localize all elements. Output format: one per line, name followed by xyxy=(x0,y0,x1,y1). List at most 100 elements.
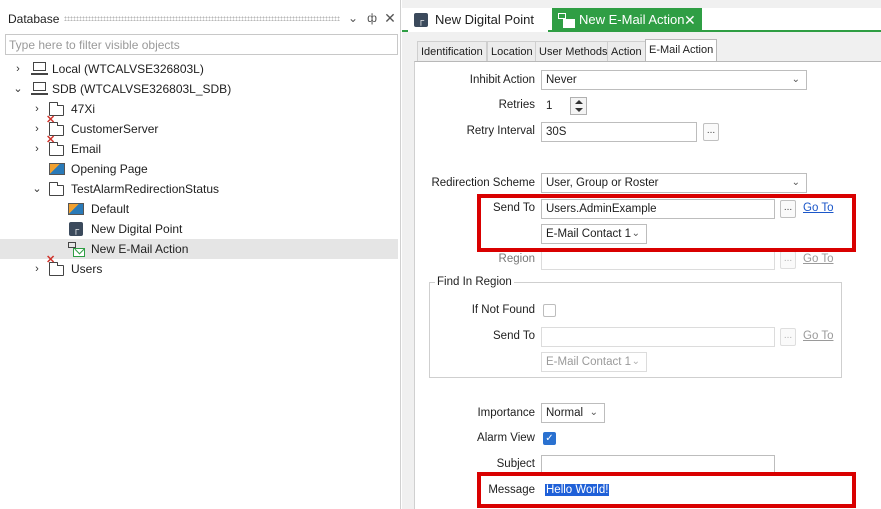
send-to-highlight xyxy=(477,194,856,252)
alarm-view-checkbox[interactable]: ✓ xyxy=(543,432,556,445)
tab-email-action[interactable]: E-Mail Action xyxy=(645,39,718,61)
folder-error-icon: ✕ xyxy=(46,255,66,277)
find-send-to-browse-button[interactable]: ... xyxy=(780,328,796,346)
tab-identification[interactable]: Identification xyxy=(417,41,487,61)
chevron-down-icon: ⌄ xyxy=(589,407,598,418)
mimic-icon xyxy=(67,201,85,217)
tree-item-sdb[interactable]: ⌄ SDB (WTCALVSE326803L_SDB) xyxy=(0,79,398,99)
editor-panel: ┌ New Digital Point New E-Mail Action ✕ … xyxy=(402,0,881,509)
chevron-right-icon[interactable]: › xyxy=(31,101,43,117)
tree-item-label: New Digital Point xyxy=(91,222,183,236)
pin-icon[interactable]: ф xyxy=(364,9,380,27)
digital-point-icon: ┌ xyxy=(414,13,428,27)
message-highlight xyxy=(477,472,856,508)
doc-tab-label: New E-Mail Action xyxy=(579,12,685,27)
tree-item-label: Email xyxy=(71,142,102,156)
tab-action[interactable]: Action xyxy=(607,41,646,61)
importance-label: Importance xyxy=(477,407,535,419)
spin-down-icon[interactable] xyxy=(575,108,583,112)
chevron-right-icon[interactable]: › xyxy=(31,261,43,277)
chevron-right-icon[interactable]: › xyxy=(31,141,43,157)
find-in-region-title: Find In Region xyxy=(435,276,514,288)
tree-item-testalarm[interactable]: ⌄ TestAlarmRedirectionStatus xyxy=(0,179,398,199)
retry-interval-browse-button[interactable]: ... xyxy=(703,123,719,141)
retry-interval-value: 30S xyxy=(546,126,567,138)
region-goto-link[interactable]: Go To xyxy=(803,253,833,265)
region-label: Region xyxy=(498,253,535,265)
tree-item-users[interactable]: › ✕ Users xyxy=(0,255,398,279)
retry-interval-label: Retry Interval xyxy=(466,125,535,137)
doc-tab-label: New Digital Point xyxy=(435,12,534,27)
if-not-found-checkbox[interactable] xyxy=(543,304,556,317)
computer-icon xyxy=(31,61,49,77)
folder-icon xyxy=(48,181,66,197)
doc-tab-new-email-action[interactable]: New E-Mail Action ✕ xyxy=(552,8,702,32)
document-tabs: ┌ New Digital Point New E-Mail Action ✕ xyxy=(402,8,881,32)
pane-title: Database xyxy=(8,12,60,26)
retries-spinner[interactable] xyxy=(570,97,587,115)
tree-item-label: TestAlarmRedirectionStatus xyxy=(71,182,220,196)
subject-label: Subject xyxy=(496,458,535,470)
digital-point-icon: ┌ xyxy=(67,221,85,237)
inhibit-action-select[interactable]: Never ⌄ xyxy=(541,70,807,90)
tree-item-opening-page[interactable]: Opening Page xyxy=(0,159,398,179)
spin-up-icon[interactable] xyxy=(575,100,583,104)
importance-value: Normal xyxy=(546,407,584,419)
tree-item-label: Local (WTCALVSE326803L) xyxy=(52,62,204,76)
retries-value: 1 xyxy=(546,100,553,112)
email-action-icon xyxy=(558,13,575,28)
tree-item-label: 47Xi xyxy=(71,102,96,116)
retry-interval-input[interactable]: 30S xyxy=(541,122,697,142)
chevron-down-icon: ⌄ xyxy=(791,74,800,85)
chevron-down-icon[interactable]: ⌄ xyxy=(12,81,24,97)
chevron-down-icon: ⌄ xyxy=(791,177,800,188)
property-tabs: Identification Location User Methods Act… xyxy=(417,39,881,61)
close-icon[interactable]: ✕ xyxy=(382,9,398,27)
pane-grip[interactable] xyxy=(64,16,340,21)
tree-item-local[interactable]: › Local (WTCALVSE326803L) xyxy=(0,59,398,79)
chevron-down-icon: ⌄ xyxy=(631,356,640,367)
find-contact-select[interactable]: E-Mail Contact 1 ⌄ xyxy=(541,352,647,372)
pane-header: Database ⌄ ф ✕ xyxy=(0,8,401,30)
find-send-to-goto-link[interactable]: Go To xyxy=(803,330,833,342)
tab-location[interactable]: Location xyxy=(487,41,537,61)
chevron-down-icon[interactable]: ⌄ xyxy=(31,181,43,197)
retries-label: Retries xyxy=(498,99,535,111)
chevron-right-icon[interactable]: › xyxy=(12,61,24,77)
check-icon: ✓ xyxy=(545,433,554,444)
retries-input[interactable]: 1 xyxy=(541,96,567,116)
tree-item-new-digital-point[interactable]: ┌ New Digital Point xyxy=(0,219,398,239)
email-action-form: Inhibit Action Never ⌄ Retries 1 Retry I… xyxy=(414,61,881,509)
importance-select[interactable]: Normal ⌄ xyxy=(541,403,605,423)
find-send-to-input[interactable] xyxy=(541,327,775,347)
tree-item-new-email-action[interactable]: New E-Mail Action xyxy=(0,239,398,259)
if-not-found-label: If Not Found xyxy=(471,304,535,316)
tree-item-label: Default xyxy=(91,202,130,216)
tree-item-label: Users xyxy=(71,262,103,276)
tree-item-47xi[interactable]: › 47Xi xyxy=(0,99,398,119)
database-pane: Database ⌄ ф ✕ › Local (WTCALVSE326803L)… xyxy=(0,0,401,509)
filter-input[interactable] xyxy=(5,34,398,55)
tree-item-customerserver[interactable]: › ✕ CustomerServer xyxy=(0,115,398,139)
tree-item-default[interactable]: Default xyxy=(0,199,398,219)
folder-error-icon: ✕ xyxy=(46,135,66,157)
inhibit-action-label: Inhibit Action xyxy=(469,74,535,86)
tree-item-label: New E-Mail Action xyxy=(91,242,189,256)
chevron-right-icon[interactable]: › xyxy=(31,121,43,137)
tree-item-label: CustomerServer xyxy=(71,122,159,136)
chevron-down-icon[interactable]: ⌄ xyxy=(345,9,361,27)
alarm-view-label: Alarm View xyxy=(477,432,535,444)
region-input[interactable] xyxy=(541,250,775,270)
redirection-scheme-value: User, Group or Roster xyxy=(546,177,659,189)
region-browse-button[interactable]: ... xyxy=(780,251,796,269)
tree-item-label: Opening Page xyxy=(71,162,148,176)
redirection-scheme-select[interactable]: User, Group or Roster ⌄ xyxy=(541,173,807,193)
close-tab-icon[interactable]: ✕ xyxy=(684,8,696,32)
doc-tab-new-digital-point[interactable]: ┌ New Digital Point xyxy=(408,8,548,32)
redirection-scheme-label: Redirection Scheme xyxy=(431,177,535,189)
mimic-icon xyxy=(48,161,66,177)
tab-user-methods[interactable]: User Methods xyxy=(535,41,612,61)
computer-icon xyxy=(31,81,49,97)
tree-item-email[interactable]: › ✕ Email xyxy=(0,135,398,159)
inhibit-action-value: Never xyxy=(546,74,577,86)
